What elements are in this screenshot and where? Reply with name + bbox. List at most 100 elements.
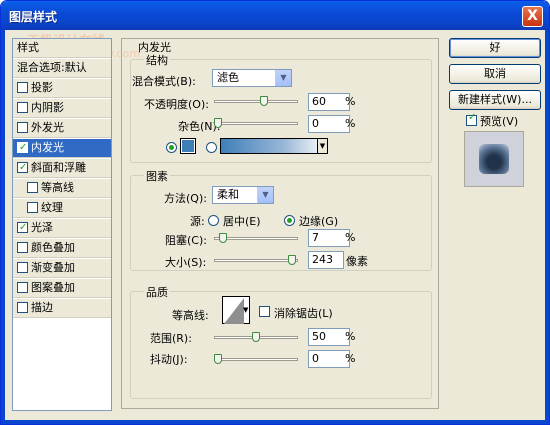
contour-picker[interactable]: ▼ bbox=[222, 296, 250, 324]
jitter-slider-thumb[interactable] bbox=[214, 354, 222, 364]
sidebar-item-label: 颜色叠加 bbox=[31, 241, 75, 254]
chevron-down-icon[interactable]: ▼ bbox=[257, 187, 273, 203]
size-slider-thumb[interactable] bbox=[288, 255, 296, 265]
opacity-slider[interactable] bbox=[214, 96, 298, 106]
source-center-radio[interactable] bbox=[208, 215, 219, 226]
preview-checkbox[interactable] bbox=[466, 112, 477, 126]
antialias-checkbox[interactable] bbox=[259, 306, 270, 317]
blend-mode-value: 滤色 bbox=[217, 71, 239, 84]
sidebar-item-label: 内阴影 bbox=[31, 101, 64, 114]
noise-slider[interactable] bbox=[214, 118, 298, 128]
source-edge-radio[interactable] bbox=[284, 215, 295, 226]
sidebar-item-checkbox[interactable] bbox=[17, 159, 28, 177]
sidebar-item-checkbox[interactable] bbox=[17, 82, 28, 93]
jitter-slider-track bbox=[214, 358, 298, 361]
source-edge-label[interactable]: 边缘(G) bbox=[299, 213, 338, 229]
opacity-input[interactable]: 60 bbox=[308, 93, 350, 111]
size-slider[interactable] bbox=[214, 255, 298, 265]
choke-slider[interactable] bbox=[214, 233, 298, 243]
sidebar-item-checkbox[interactable] bbox=[17, 302, 28, 313]
sidebar-item[interactable]: 投影 bbox=[13, 79, 111, 98]
gradient-picker[interactable]: ▼ bbox=[220, 138, 328, 154]
chevron-down-icon[interactable]: ▼ bbox=[275, 70, 291, 86]
sidebar-item[interactable]: 渐变叠加 bbox=[13, 259, 111, 278]
jitter-slider[interactable] bbox=[214, 354, 298, 364]
sidebar-item[interactable]: 外发光 bbox=[13, 119, 111, 138]
gradient-dropdown-icon[interactable]: ▼ bbox=[317, 139, 327, 153]
size-label: 大小(S): bbox=[165, 256, 207, 269]
choke-slider-thumb[interactable] bbox=[219, 233, 227, 243]
sidebar-item[interactable]: 光泽 bbox=[13, 219, 111, 238]
frame-left bbox=[1, 30, 5, 424]
preview-label[interactable]: 预览(V) bbox=[480, 113, 518, 129]
sidebar-item-label: 图案叠加 bbox=[31, 281, 75, 294]
sidebar-item-label: 渐变叠加 bbox=[31, 261, 75, 274]
choke-input[interactable]: 7 bbox=[308, 229, 350, 247]
sidebar-item-label: 描边 bbox=[31, 301, 53, 314]
opacity-label: 不透明度(O): bbox=[144, 98, 209, 111]
range-input[interactable]: 50 bbox=[308, 328, 350, 346]
sidebar-item-label: 外发光 bbox=[31, 121, 64, 134]
sidebar-item-label: 光泽 bbox=[31, 221, 53, 234]
settings-panel: 内发光 结构 混合模式(B): 滤色 ▼ 不透明度(O): 60 % 杂色(N)… bbox=[121, 38, 439, 409]
sidebar-item[interactable]: 图案叠加 bbox=[13, 279, 111, 298]
sidebar-item[interactable]: 纹理 bbox=[13, 199, 111, 218]
sidebar-item[interactable]: 混合选项:默认 bbox=[13, 59, 111, 78]
title-bar[interactable]: 图层样式 X bbox=[1, 1, 549, 30]
cancel-button[interactable]: 取消 bbox=[449, 64, 541, 84]
noise-slider-track bbox=[214, 122, 298, 125]
size-input[interactable]: 243 bbox=[308, 251, 344, 269]
jitter-label: 抖动(J): bbox=[150, 353, 188, 366]
contour-label: 等高线: bbox=[172, 309, 209, 322]
sidebar-item-checkbox[interactable] bbox=[27, 182, 38, 193]
blend-mode-label: 混合模式(B): bbox=[132, 75, 196, 88]
range-slider-thumb[interactable] bbox=[252, 332, 260, 342]
close-button[interactable]: X bbox=[522, 6, 543, 27]
range-unit: % bbox=[345, 330, 356, 343]
window-title: 图层样式 bbox=[9, 10, 58, 24]
noise-unit: % bbox=[345, 117, 356, 130]
source-center-label[interactable]: 居中(E) bbox=[223, 213, 261, 229]
sidebar-item-checkbox[interactable] bbox=[17, 282, 28, 293]
antialias-label[interactable]: 消除锯齿(L) bbox=[274, 305, 333, 321]
color-radio[interactable] bbox=[166, 142, 177, 153]
sidebar-item[interactable]: 描边 bbox=[13, 299, 111, 318]
contour-dropdown-icon[interactable]: ▼ bbox=[243, 297, 249, 323]
sidebar-item-checkbox[interactable] bbox=[17, 262, 28, 273]
sidebar-item-checkbox[interactable] bbox=[27, 202, 38, 213]
sidebar-item-checkbox[interactable] bbox=[17, 242, 28, 253]
color-swatch-box[interactable] bbox=[180, 138, 196, 154]
sidebar-item[interactable]: 样式 bbox=[13, 39, 111, 58]
source-label: 源: bbox=[190, 215, 205, 228]
opacity-slider-thumb[interactable] bbox=[260, 96, 268, 106]
sidebar-item-checkbox[interactable] bbox=[17, 219, 28, 237]
choke-unit: % bbox=[345, 231, 356, 244]
contour-curve-icon bbox=[224, 298, 244, 324]
blend-mode-select[interactable]: 滤色 ▼ bbox=[212, 69, 292, 87]
sidebar-item-label: 投影 bbox=[31, 81, 53, 94]
gradient-radio[interactable] bbox=[206, 142, 217, 153]
opacity-slider-track bbox=[214, 100, 298, 103]
method-select[interactable]: 柔和 ▼ bbox=[212, 186, 274, 204]
sidebar-item-label: 等高线 bbox=[41, 181, 74, 194]
new-style-button[interactable]: 新建样式(W)... bbox=[449, 90, 541, 110]
sidebar-item[interactable]: 内发光 bbox=[13, 139, 111, 158]
quality-group-title: 品质 bbox=[144, 284, 170, 300]
sidebar-item-checkbox[interactable] bbox=[17, 102, 28, 113]
size-unit: 像素 bbox=[346, 255, 368, 268]
frame-bottom bbox=[1, 420, 549, 424]
sidebar-item[interactable]: 颜色叠加 bbox=[13, 239, 111, 258]
sidebar-item[interactable]: 斜面和浮雕 bbox=[13, 159, 111, 178]
sidebar-item-label: 斜面和浮雕 bbox=[31, 161, 86, 174]
ok-button[interactable]: 好 bbox=[449, 38, 541, 58]
sidebar-item-checkbox[interactable] bbox=[17, 122, 28, 133]
range-slider[interactable] bbox=[214, 332, 298, 342]
noise-input[interactable]: 0 bbox=[308, 115, 350, 133]
sidebar-item-checkbox[interactable] bbox=[17, 139, 28, 157]
jitter-input[interactable]: 0 bbox=[308, 350, 350, 368]
sidebar-item[interactable]: 等高线 bbox=[13, 179, 111, 198]
style-preview bbox=[464, 131, 524, 187]
sidebar-item-label: 纹理 bbox=[41, 201, 63, 214]
noise-slider-thumb[interactable] bbox=[214, 118, 222, 128]
sidebar-item[interactable]: 内阴影 bbox=[13, 99, 111, 118]
